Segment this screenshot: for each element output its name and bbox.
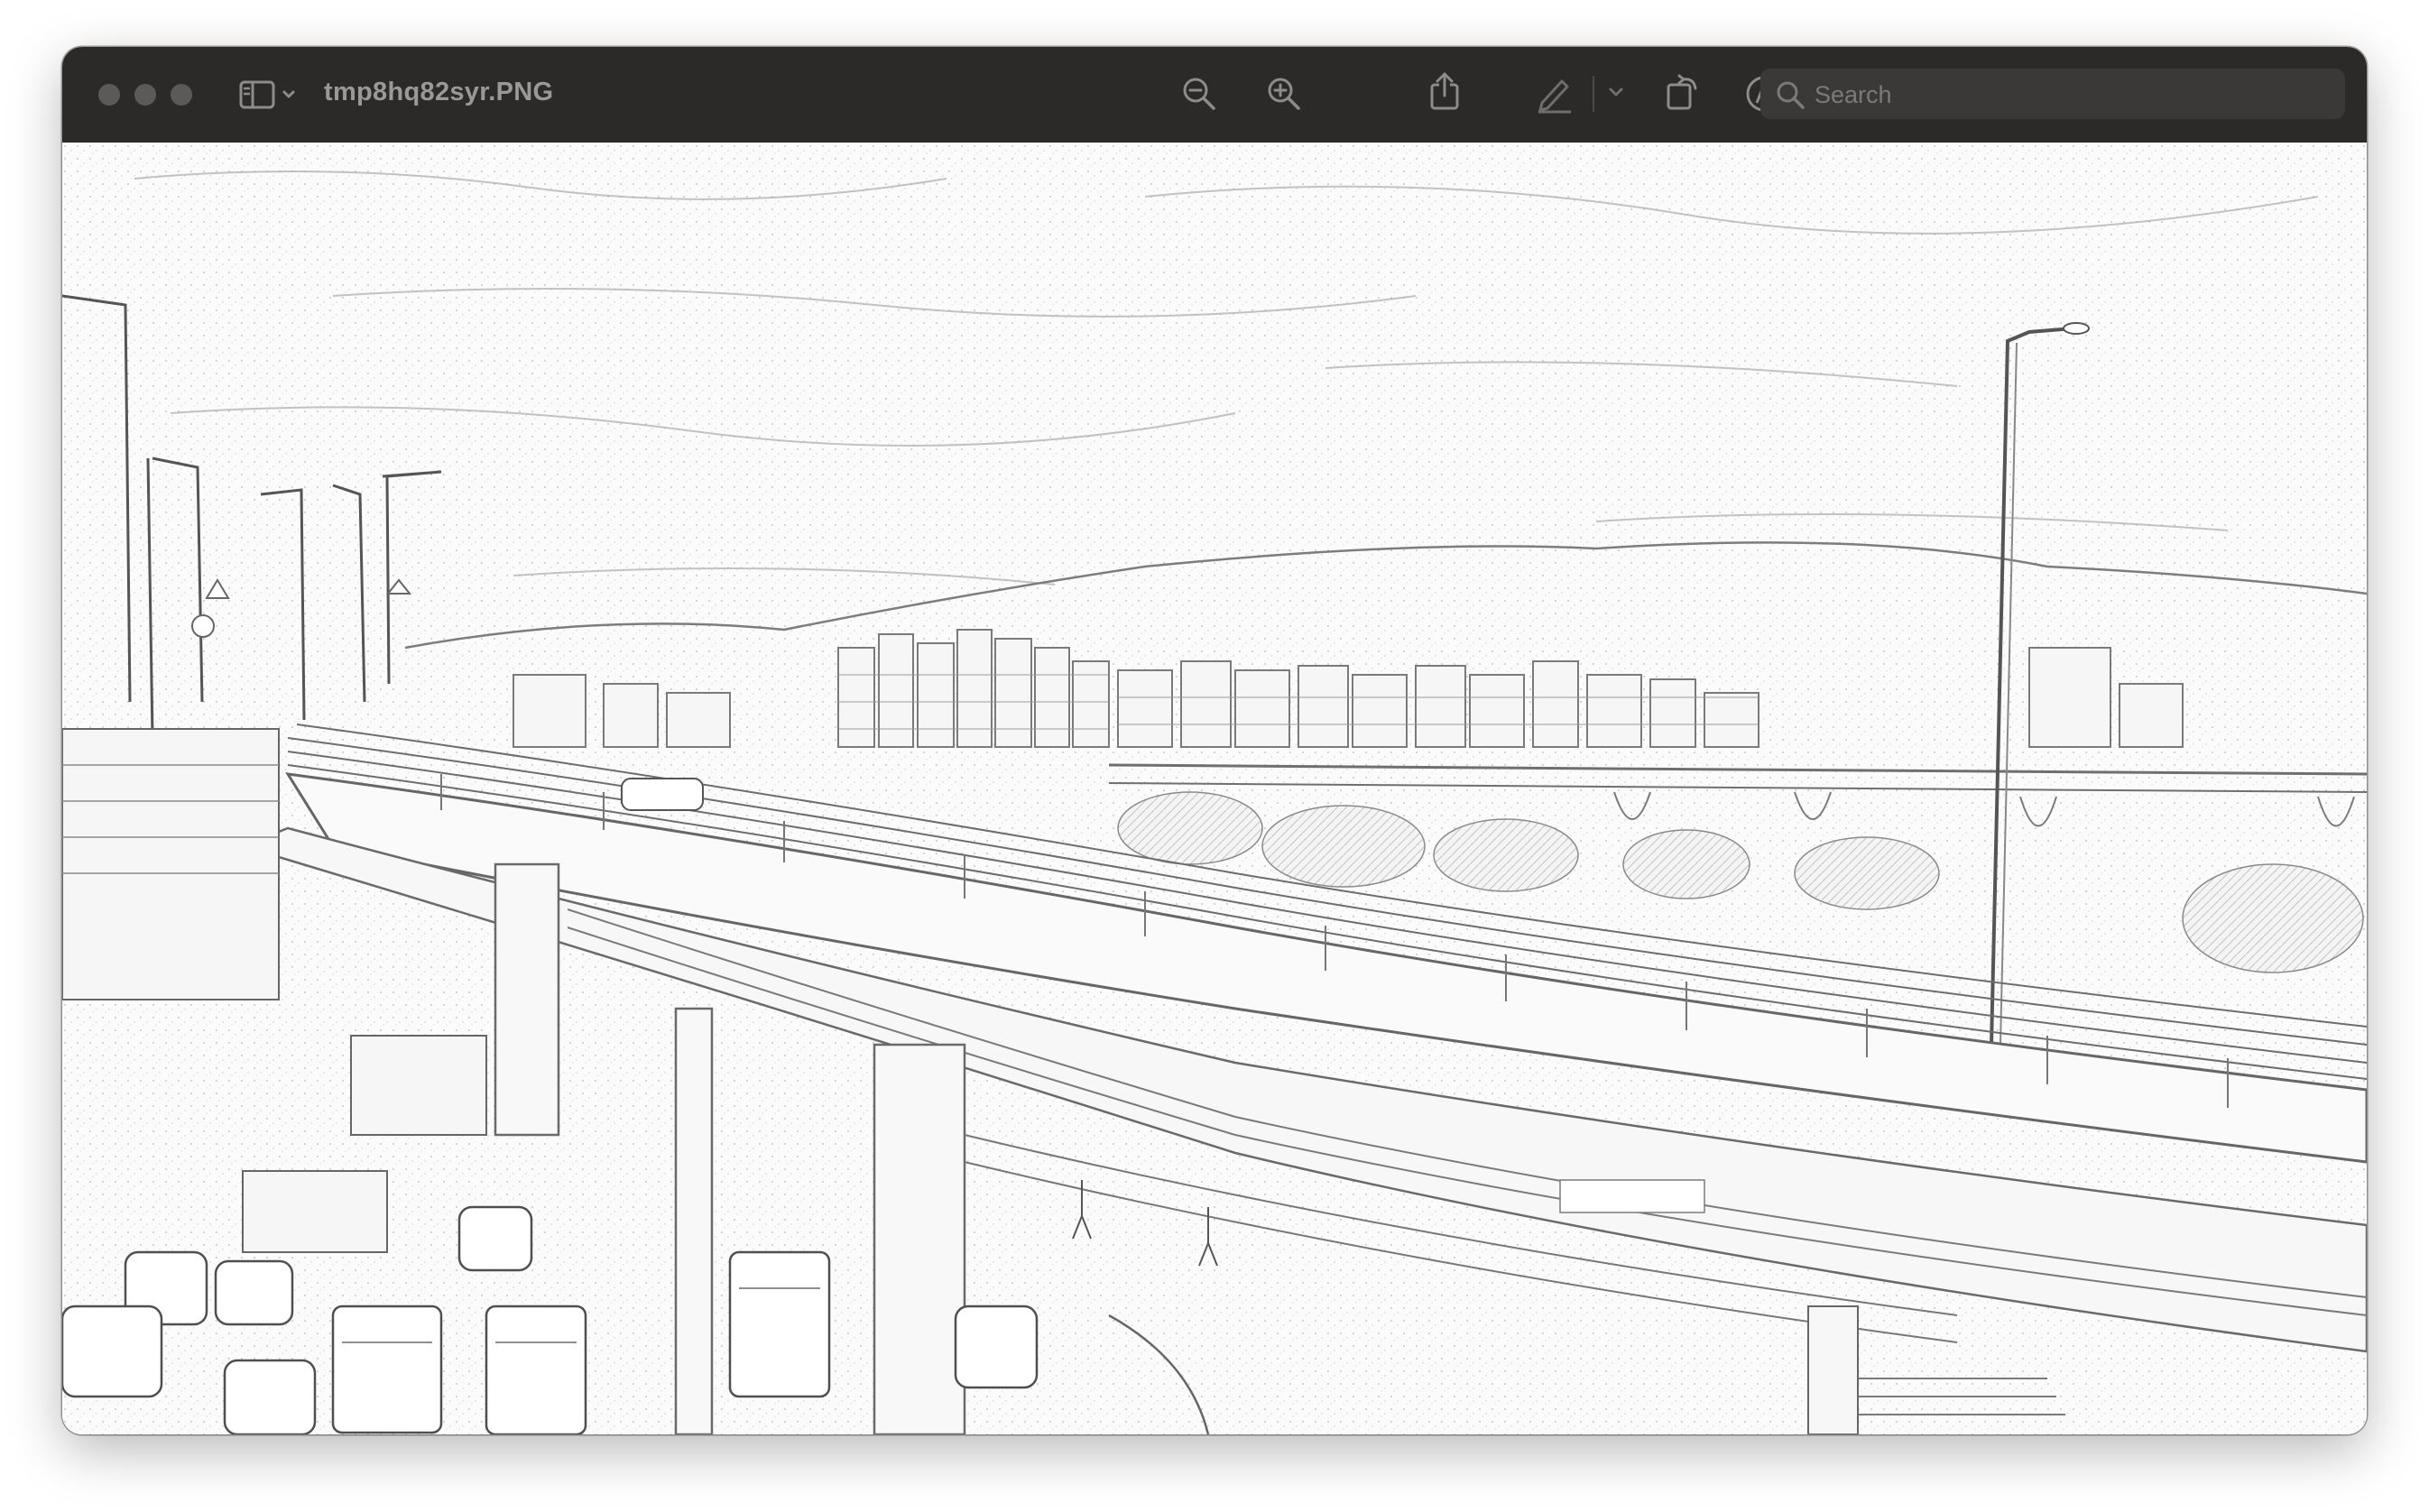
zoom-button[interactable] [171,84,192,106]
zoom-out-button[interactable] [1181,76,1217,112]
rotate-button[interactable] [1663,72,1701,112]
toolbar-divider [1592,72,1595,115]
share-button[interactable] [1427,70,1463,112]
markup-pen-icon [1538,79,1571,114]
image-canvas [62,143,2367,1434]
minimize-button[interactable] [134,84,156,106]
toolbar: tmp8hq82syr.PNG Search [62,47,2367,143]
markup-button[interactable] [1535,74,1575,114]
rotate-icon [1667,74,1697,110]
sketch-image [62,143,2367,1434]
search-icon [1775,79,1806,115]
window-title: tmp8hq82syr.PNG [324,78,554,106]
share-icon [1430,72,1459,110]
zoom-in-icon [1268,78,1300,110]
search-placeholder: Search [1815,81,1892,108]
sidebar-toggle-button[interactable] [239,79,302,110]
close-button[interactable] [98,84,120,106]
markup-menu-button[interactable] [1607,87,1625,99]
sidebar-icon [239,80,295,109]
preview-window: tmp8hq82syr.PNG Search [62,47,2367,1434]
chevron-down-icon [1609,88,1623,97]
zoom-in-button[interactable] [1266,76,1302,112]
search-field[interactable]: Search [1760,69,2345,119]
zoom-out-icon [1183,78,1215,110]
